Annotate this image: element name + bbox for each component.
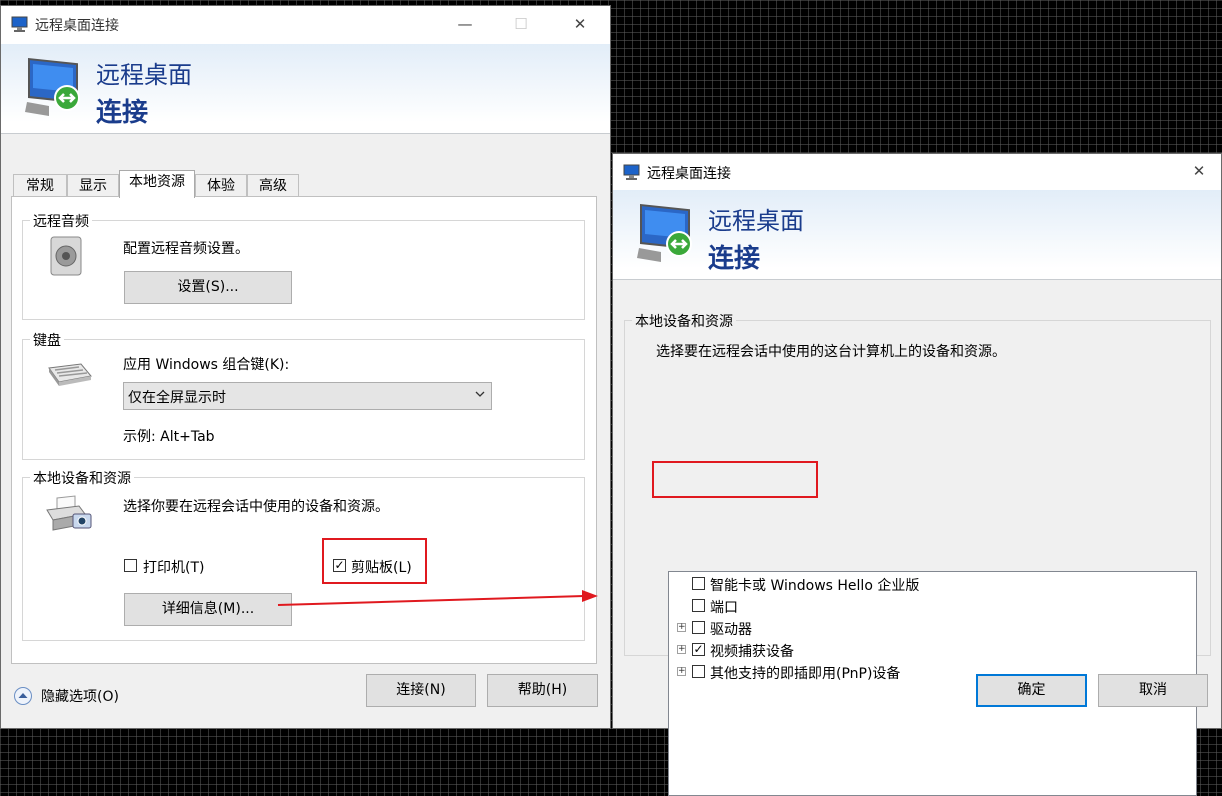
audio-settings-button[interactable]: 设置(S)... — [124, 271, 292, 304]
drives-checkbox[interactable] — [692, 621, 705, 634]
tree-item-smartcard[interactable]: 智能卡或 Windows Hello 企业版 — [669, 574, 1196, 596]
remote-desktop-logo-icon — [637, 203, 692, 262]
pnp-devices-checkbox[interactable] — [692, 665, 705, 678]
collapse-options-icon[interactable] — [13, 686, 33, 706]
ports-checkbox[interactable] — [692, 599, 705, 612]
rdp-app-icon — [623, 164, 640, 180]
remote-audio-label: 远程音频 — [30, 211, 92, 231]
tab-general[interactable]: 常规 — [13, 174, 67, 197]
title-bar: 远程桌面连接 — ☐ ✕ — [1, 6, 610, 44]
hide-options-link[interactable]: 隐藏选项(O) — [41, 686, 119, 706]
banner-title-line2: 连接 — [96, 98, 149, 128]
drives-label: 驱动器 — [710, 622, 752, 638]
close-button[interactable]: ✕ — [558, 10, 602, 38]
printer-checkbox[interactable] — [124, 559, 137, 572]
rdp-app-icon — [11, 16, 28, 32]
window-title: 远程桌面连接 — [35, 18, 119, 34]
dialog-header-banner: 远程桌面 连接 — [613, 190, 1221, 280]
tab-display[interactable]: 显示 — [67, 174, 119, 197]
minimize-button[interactable]: — — [443, 10, 487, 38]
expand-drives-icon[interactable]: + — [677, 623, 686, 632]
smartcard-label: 智能卡或 Windows Hello 企业版 — [710, 578, 920, 594]
dialog-devices-description: 选择要在远程会话中使用的这台计算机上的设备和资源。 — [656, 344, 1006, 360]
dialog-title-bar: 远程桌面连接 ✕ — [613, 154, 1221, 190]
video-capture-highlight-box — [652, 461, 818, 498]
expand-video-capture-icon[interactable]: + — [677, 645, 686, 654]
windows-key-combo-value: 仅在全屏显示时 — [128, 390, 226, 406]
tree-item-video-capture[interactable]: + ✓ 视频捕获设备 — [669, 640, 1196, 662]
dialog-banner-line2: 连接 — [708, 244, 761, 274]
maximize-button[interactable]: ☐ — [499, 10, 543, 38]
video-capture-label: 视频捕获设备 — [710, 644, 794, 660]
banner-title-line1: 远程桌面 — [96, 61, 192, 89]
remote-audio-description: 配置远程音频设置。 — [123, 241, 249, 257]
local-resources-panel: 远程音频 配置远程音频设置。 设置(S)... 键盘 应用 Windows 组合… — [11, 196, 597, 664]
rdp-main-window: 远程桌面连接 — ☐ ✕ 远程桌面 连接 常规 显示 本地资源 体验 高级 远程… — [0, 5, 611, 729]
local-devices-label: 本地设备和资源 — [30, 468, 134, 488]
keyboard-group: 键盘 应用 Windows 组合键(K): 仅在全屏显示时 示例: Alt+Ta… — [22, 330, 585, 460]
speaker-icon — [50, 236, 82, 276]
video-capture-checkbox[interactable]: ✓ — [692, 643, 705, 656]
printer-camera-icon — [46, 495, 92, 531]
smartcard-checkbox[interactable] — [692, 577, 705, 590]
keyboard-icon — [48, 363, 92, 386]
tab-experience[interactable]: 体验 — [195, 174, 247, 197]
keyboard-label: 键盘 — [30, 330, 64, 350]
windows-key-combo-select[interactable]: 仅在全屏显示时 — [123, 382, 492, 410]
tree-item-drives[interactable]: + 驱动器 — [669, 618, 1196, 640]
connect-button[interactable]: 连接(N) — [366, 674, 476, 707]
expand-pnp-devices-icon[interactable]: + — [677, 667, 686, 676]
local-devices-description: 选择你要在远程会话中使用的设备和资源。 — [123, 499, 389, 515]
remote-audio-group: 远程音频 配置远程音频设置。 设置(S)... — [22, 211, 585, 320]
local-devices-group: 本地设备和资源 选择你要在远程会话中使用的设备和资源。 打印机(T) ✓ 剪贴板… — [22, 468, 585, 641]
remote-desktop-logo-icon — [25, 57, 80, 116]
chevron-down-icon — [475, 391, 485, 397]
dialog-devices-label: 本地设备和资源 — [632, 311, 736, 331]
dialog-close-button[interactable]: ✕ — [1177, 157, 1221, 185]
ok-button[interactable]: 确定 — [976, 674, 1087, 707]
local-devices-dialog: 远程桌面连接 ✕ 远程桌面 连接 本地设备和资源 选择要在远程会话中使用的这台计… — [612, 153, 1222, 796]
clipboard-highlight-box — [322, 538, 427, 584]
dialog-banner-line1: 远程桌面 — [708, 207, 804, 235]
help-button[interactable]: 帮助(H) — [487, 674, 598, 707]
ports-label: 端口 — [710, 600, 738, 616]
more-details-button[interactable]: 详细信息(M)... — [124, 593, 292, 626]
keyboard-example: 示例: Alt+Tab — [123, 429, 215, 445]
tree-item-ports[interactable]: 端口 — [669, 596, 1196, 618]
header-banner: 远程桌面 连接 — [1, 44, 610, 134]
dialog-title: 远程桌面连接 — [647, 166, 731, 182]
tab-advanced[interactable]: 高级 — [247, 174, 299, 197]
printer-label: 打印机(T) — [143, 560, 205, 576]
pnp-devices-label: 其他支持的即插即用(PnP)设备 — [710, 666, 901, 682]
windows-key-combo-prompt: 应用 Windows 组合键(K): — [123, 357, 290, 373]
cancel-button[interactable]: 取消 — [1098, 674, 1208, 707]
tab-local-resources[interactable]: 本地资源 — [119, 170, 195, 198]
